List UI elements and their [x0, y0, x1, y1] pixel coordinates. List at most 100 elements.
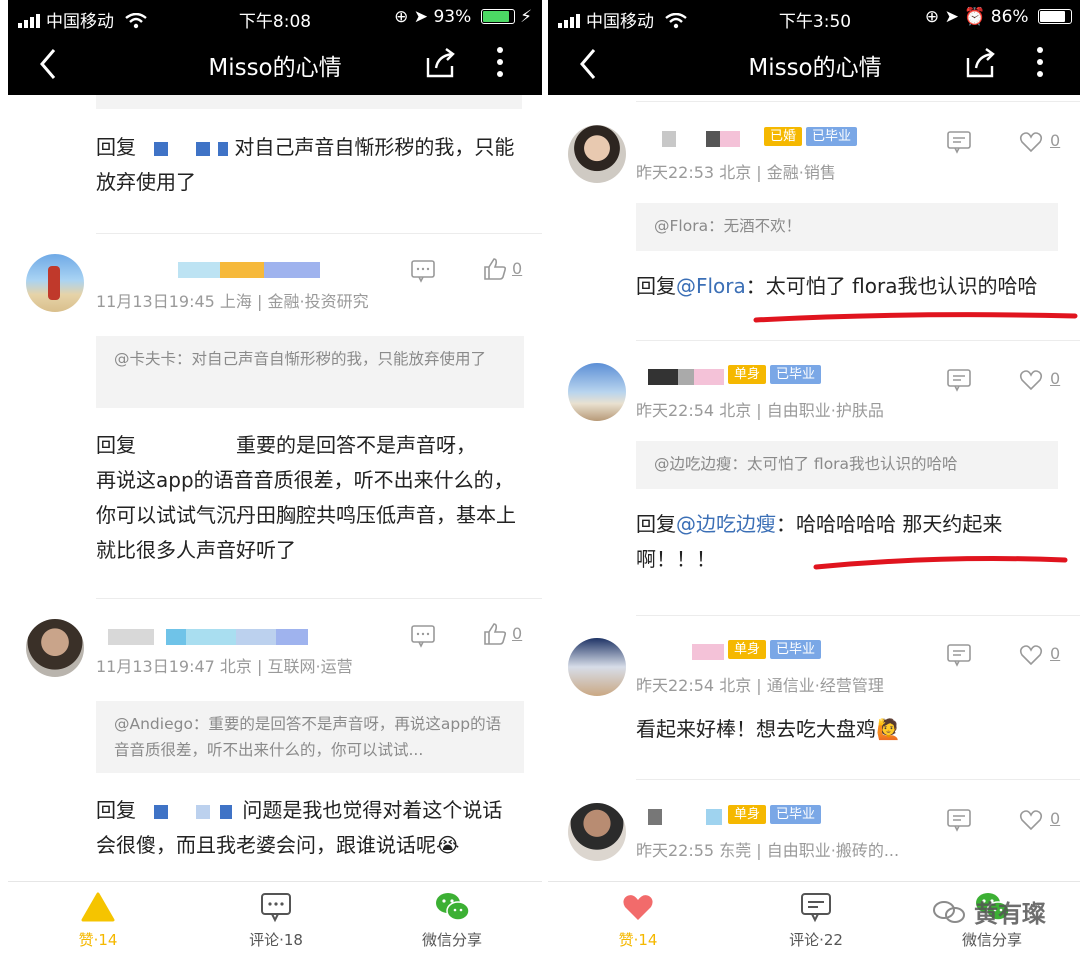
redacted-name	[136, 805, 236, 819]
username-with-tags[interactable]: 已婚 已毕业	[636, 127, 896, 149]
avatar[interactable]	[568, 125, 626, 183]
comment-label: 评论·18	[249, 931, 303, 949]
reply-icon[interactable]	[410, 258, 436, 284]
battery-percent: 93%	[433, 7, 472, 27]
comment-body: 回复 对自己声音自惭形秽的我，只能放弃使用了	[96, 135, 515, 194]
avatar[interactable]	[26, 254, 84, 312]
tag-education: 已毕业	[770, 640, 822, 659]
lock-rotation-icon: ⊕	[394, 7, 409, 27]
quoted-comment: @卡夫卡：对自己声音自惭形秽的我，只能放弃使用了	[96, 336, 524, 408]
share-label: 微信分享	[961, 931, 1022, 949]
nav-bar: Misso的心情	[8, 34, 542, 95]
comment-item[interactable]: 已婚 已毕业 昨天22:53 北京 | 金融·销售 0 @Flora：无酒不欢！…	[548, 119, 1080, 339]
tag-marital: 单身	[728, 365, 767, 384]
username-with-tags[interactable]: 单身 已毕业	[636, 640, 896, 662]
like-tab[interactable]: 赞·14	[568, 882, 708, 963]
like-label: 赞·14	[78, 931, 118, 949]
username-redacted[interactable]	[96, 258, 356, 280]
comment-meta: 11月13日19:47 北京 | 互联网·运营	[96, 657, 353, 676]
comment-item[interactable]: 回复 对自己声音自惭形秽的我，只能放弃使用了	[8, 125, 542, 235]
lock-rotation-icon: ⊕	[924, 7, 940, 27]
like-tab[interactable]: 赞·14	[28, 882, 168, 963]
alarm-icon: ⏰	[964, 7, 986, 27]
status-bar: 中国移动 下午3:50 ⊕ ➤ ⏰ 86%	[548, 0, 1080, 34]
redacted-name	[136, 142, 228, 156]
more-options-icon[interactable]	[1030, 44, 1050, 80]
reply-icon[interactable]	[946, 807, 972, 833]
divider	[636, 779, 1080, 780]
heart-icon[interactable]	[1018, 367, 1044, 393]
tag-education: 已毕业	[770, 365, 822, 384]
tag-marital: 已婚	[764, 127, 803, 146]
thumbs-up-icon[interactable]	[482, 621, 508, 647]
quote-box-partial	[96, 95, 522, 109]
share-icon[interactable]	[964, 46, 998, 80]
page-title: Misso的心情	[208, 55, 342, 81]
battery-percent: 86%	[990, 7, 1029, 27]
status-right: ⊕ ➤ 93% ⚡	[394, 7, 532, 27]
like-triangle-icon	[81, 892, 115, 922]
comment-meta: 昨天22:54 北京 | 自由职业·护肤品	[636, 401, 884, 420]
red-underline-annotation	[813, 556, 1068, 570]
comment-meta: 昨天22:54 北京 | 通信业·经营管理	[636, 676, 884, 695]
heart-icon[interactable]	[1018, 642, 1044, 668]
quoted-comment: @Andiego：重要的是回答不是声音呀，再说这app的语音音质很差，听不出来什…	[96, 701, 524, 773]
bottom-toolbar: 赞·14 评论·18 微信分享	[8, 881, 542, 963]
comment-tab[interactable]: 评论·22	[746, 882, 886, 963]
comment-item[interactable]: 11月13日19:47 北京 | 互联网·运营 0 @Andiego：重要的是回…	[8, 615, 542, 881]
comment-item[interactable]: 单身 已毕业 昨天22:55 东莞 | 自由职业·搬砖的... 0	[548, 797, 1080, 881]
avatar[interactable]	[568, 638, 626, 696]
comment-body: 回复 问题是我也觉得对着这个说话会很傻，而且我老婆会问，跟谁说话呢😭	[96, 798, 503, 857]
like-count: 0	[1050, 809, 1061, 828]
location-icon: ➤	[413, 7, 429, 27]
heart-icon[interactable]	[1018, 129, 1044, 155]
share-icon[interactable]	[424, 46, 458, 80]
comment-meta: 11月13日19:45 上海 | 金融·投资研究	[96, 292, 369, 311]
like-label: 赞·14	[618, 931, 658, 949]
reply-icon[interactable]	[946, 367, 972, 393]
left-phone-screen: 中国移动 下午8:08 ⊕ ➤ 93% ⚡ Misso的心情 回复 对自己声音自…	[8, 0, 542, 963]
divider	[96, 598, 542, 599]
tag-education: 已毕业	[806, 127, 858, 146]
reply-icon[interactable]	[410, 623, 436, 649]
watermark: 黄有璨	[932, 894, 1046, 929]
comment-icon	[261, 893, 291, 923]
battery-icon	[1038, 9, 1072, 24]
username-with-tags[interactable]: 单身 已毕业	[636, 805, 896, 827]
location-icon: ➤	[944, 7, 959, 27]
thumbs-up-icon[interactable]	[482, 256, 508, 282]
username-redacted[interactable]	[96, 625, 356, 647]
status-right: ⊕ ➤ ⏰ 86%	[925, 7, 1072, 27]
username-with-tags[interactable]: 单身 已毕业	[636, 365, 896, 387]
tag-marital: 单身	[728, 805, 767, 824]
like-count: 0	[1050, 369, 1061, 388]
avatar[interactable]	[26, 619, 84, 677]
right-phone-screen: 中国移动 下午3:50 ⊕ ➤ ⏰ 86% Misso的心情 已婚 已毕业 昨天…	[548, 0, 1080, 963]
comment-body: 看起来好棒！想去吃大盘鸡🙋	[636, 717, 901, 741]
status-bar: 中国移动 下午8:08 ⊕ ➤ 93% ⚡	[8, 0, 542, 34]
comment-item[interactable]: 单身 已毕业 昨天22:54 北京 | 通信业·经营管理 0 看起来好棒！想去吃…	[548, 632, 1080, 782]
comment-icon	[801, 893, 831, 923]
comment-list[interactable]: 已婚 已毕业 昨天22:53 北京 | 金融·销售 0 @Flora：无酒不欢！…	[548, 95, 1080, 881]
comment-list[interactable]: 回复 对自己声音自惭形秽的我，只能放弃使用了 11月13日19:45 上海 | …	[8, 95, 542, 881]
comment-item[interactable]: 单身 已毕业 昨天22:54 北京 | 自由职业·护肤品 0 @边吃边瘦：太可怕…	[548, 357, 1080, 617]
reply-icon[interactable]	[946, 129, 972, 155]
divider	[636, 101, 1080, 102]
avatar[interactable]	[568, 363, 626, 421]
reply-icon[interactable]	[946, 642, 972, 668]
heart-icon[interactable]	[1018, 807, 1044, 833]
battery-icon	[480, 9, 515, 24]
comment-tab[interactable]: 评论·18	[206, 882, 346, 963]
divider	[636, 340, 1080, 341]
quoted-comment: @Flora：无酒不欢！	[636, 203, 1058, 251]
more-options-icon[interactable]	[490, 44, 510, 80]
wechat-share-tab[interactable]: 微信分享	[382, 882, 522, 963]
like-count: 0	[512, 624, 523, 643]
wechat-icon	[436, 893, 470, 921]
avatar[interactable]	[568, 803, 626, 861]
comment-body: 回复 重要的是回答不是声音呀， 再说这app的语音音质很差，听不出来什么的，你可以试…	[96, 433, 516, 562]
comment-item[interactable]: 11月13日19:45 上海 | 金融·投资研究 0 @卡夫卡：对自己声音自惭形…	[8, 250, 542, 600]
quoted-comment: @边吃边瘦：太可怕了 flora我也认识的哈哈	[636, 441, 1058, 489]
comment-label: 评论·22	[789, 931, 843, 949]
tag-marital: 单身	[728, 640, 767, 659]
